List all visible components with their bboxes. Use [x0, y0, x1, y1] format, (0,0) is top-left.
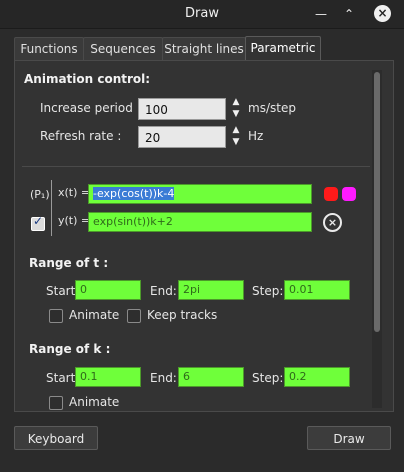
- y-label: y(t) =: [58, 214, 91, 227]
- refresh-rate-input[interactable]: 20: [138, 126, 226, 148]
- minimize-icon[interactable]: —: [312, 5, 330, 23]
- divider: [22, 166, 370, 167]
- curve-bracket: [51, 180, 52, 236]
- k-step-label: Step:: [252, 371, 284, 385]
- tab-sequences[interactable]: Sequences: [83, 37, 163, 61]
- k-step-input[interactable]: 0.2: [284, 367, 350, 387]
- k-end-label: End:: [150, 371, 177, 385]
- draw-button[interactable]: Draw: [307, 426, 391, 450]
- t-step-input[interactable]: 0.01: [284, 280, 350, 300]
- t-end-label: End:: [150, 284, 177, 298]
- scrollbar-thumb[interactable]: [374, 72, 380, 332]
- curve-name: (P₁): [30, 188, 50, 201]
- color-swatch-2[interactable]: [342, 187, 356, 201]
- k-animate-checkbox[interactable]: [49, 396, 63, 410]
- refresh-down-icon[interactable]: ▼: [229, 136, 243, 148]
- refresh-unit: Hz: [248, 129, 264, 143]
- t-animate-checkbox[interactable]: [49, 309, 63, 323]
- refresh-up-icon[interactable]: ▲: [229, 124, 243, 136]
- k-animate-label: Animate: [69, 395, 120, 409]
- increase-up-icon[interactable]: ▲: [229, 96, 243, 108]
- t-end-input[interactable]: 2pi: [178, 280, 244, 300]
- y-expression-input[interactable]: exp(sin(t))k+2: [88, 212, 312, 232]
- tab-straight-lines[interactable]: Straight lines: [162, 37, 246, 61]
- refresh-rate-label: Refresh rate :: [40, 129, 122, 143]
- keyboard-button[interactable]: Keyboard: [14, 426, 98, 450]
- increase-down-icon[interactable]: ▼: [229, 108, 243, 120]
- range-k-heading: Range of k :: [29, 342, 111, 356]
- keep-tracks-checkbox[interactable]: [127, 309, 141, 323]
- range-t-heading: Range of t :: [29, 256, 109, 270]
- t-animate-label: Animate: [69, 308, 120, 322]
- color-swatch-1[interactable]: [324, 187, 338, 201]
- tab-functions[interactable]: Functions: [14, 37, 84, 61]
- t-step-label: Step:: [252, 284, 284, 298]
- increase-period-input[interactable]: 100: [138, 98, 226, 120]
- k-end-input[interactable]: 6: [178, 367, 244, 387]
- t-start-input[interactable]: 0: [75, 280, 141, 300]
- x-label: x(t) =: [58, 186, 91, 199]
- close-icon[interactable]: ×: [374, 5, 391, 22]
- animation-heading: Animation control:: [24, 72, 151, 86]
- increase-period-label: Increase period :: [40, 101, 141, 115]
- tab-parametric[interactable]: Parametric: [245, 36, 321, 62]
- chevron-up-icon[interactable]: ⌃: [340, 5, 358, 23]
- keep-tracks-label: Keep tracks: [147, 308, 218, 322]
- x-expression-input[interactable]: -exp(cos(t))k-4: [88, 184, 312, 204]
- k-start-input[interactable]: 0.1: [75, 367, 141, 387]
- delete-curve-icon[interactable]: ×: [323, 213, 342, 232]
- checkmark-icon: ✓: [33, 214, 44, 228]
- increase-unit: ms/step: [248, 101, 296, 115]
